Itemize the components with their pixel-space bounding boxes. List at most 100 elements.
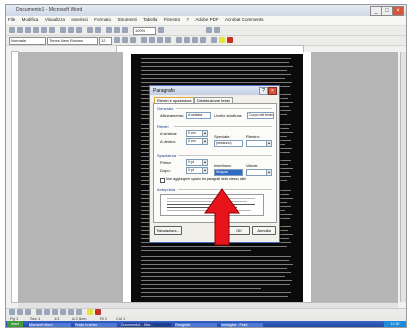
text-line	[141, 82, 292, 83]
text-line	[141, 62, 289, 63]
menu-view[interactable]: Visualizza	[45, 17, 65, 22]
paste-icon[interactable]	[76, 27, 82, 33]
bold-icon[interactable]	[114, 37, 120, 43]
separator	[174, 126, 272, 127]
indent-by-field[interactable]	[246, 140, 267, 147]
new-doc-icon[interactable]	[9, 27, 15, 33]
line-spacing-select[interactable]: Singola	[214, 169, 243, 176]
taskbar-clock: 12.30	[384, 321, 406, 327]
indent-left-field[interactable]: 0 cm	[186, 130, 203, 137]
menu-file[interactable]: File	[8, 17, 15, 22]
spacing-after-spinner[interactable]: ▲	[202, 167, 208, 174]
separator	[178, 155, 272, 156]
taskbar-item[interactable]: Microsoft Word	[28, 322, 72, 327]
text-line	[141, 260, 289, 261]
menu-insert[interactable]: Inserisci	[71, 17, 88, 22]
increase-indent-icon[interactable]	[200, 37, 206, 43]
help-icon[interactable]: ?	[259, 87, 268, 95]
menu-format[interactable]: Formato	[94, 17, 111, 22]
menu-help[interactable]: ?	[186, 17, 189, 22]
general-group-label: Generale	[157, 106, 174, 111]
menu-acrobat-comments[interactable]: Acrobat Comments	[225, 17, 264, 22]
size-select[interactable]: 12	[99, 37, 112, 45]
red-arrow-annotation	[204, 188, 240, 246]
indent-by-spinner[interactable]: ▲	[266, 140, 272, 147]
menu-table[interactable]: Tabella	[143, 17, 157, 22]
taskbar-item[interactable]: Paragrafo	[174, 322, 218, 327]
dialog-title-bar[interactable]: Paragrafo ? ×	[150, 86, 279, 95]
zoom-select[interactable]: 100%	[133, 27, 156, 35]
save-icon[interactable]	[25, 27, 31, 33]
taskbar-item-active[interactable]: Documento1 - Micr...	[120, 322, 172, 327]
spacing-before-spinner[interactable]: ▲	[202, 159, 208, 166]
line-spacing-at-spinner[interactable]: ▲	[266, 169, 272, 176]
special-indent-select[interactable]: (nessuno)	[214, 140, 243, 147]
dialog-close-icon[interactable]: ×	[268, 87, 277, 95]
cut-icon[interactable]	[60, 27, 66, 33]
close-button[interactable]: ×	[392, 6, 404, 16]
underline-icon[interactable]	[130, 37, 136, 43]
indent-group-label: Rientri	[157, 124, 169, 129]
align-left-icon[interactable]	[141, 37, 147, 43]
spacing-after-field[interactable]: 0 pt	[186, 167, 203, 174]
pdf-email-icon[interactable]	[214, 27, 220, 33]
text-line	[141, 268, 287, 269]
spellcheck-icon[interactable]	[49, 27, 55, 33]
taskbar-item[interactable]: Posta in arrivo	[74, 322, 118, 327]
title-bar: Documento1 - Microsoft Word _ □ ×	[6, 5, 406, 16]
indent-left-spinner[interactable]: ▲	[202, 130, 208, 137]
italic-icon[interactable]	[122, 37, 128, 43]
align-center-icon[interactable]	[149, 37, 155, 43]
print-icon[interactable]	[33, 27, 39, 33]
no-space-checkbox[interactable]	[160, 178, 165, 183]
text-line	[141, 74, 291, 75]
undo-icon[interactable]	[87, 27, 93, 33]
cancel-button[interactable]: Annulla	[252, 226, 276, 235]
tabs-button[interactable]: Tabulazioni...	[154, 226, 182, 235]
border-icon[interactable]	[211, 37, 217, 43]
redo-icon[interactable]	[95, 27, 101, 33]
align-right-icon[interactable]	[157, 37, 163, 43]
no-space-label: Non aggiungere spazio tra paragrafi dell…	[166, 177, 246, 181]
indent-left-label: A sinistra:	[160, 131, 178, 136]
dialog-title: Paragrafo	[153, 88, 175, 94]
preview-icon[interactable]	[41, 27, 47, 33]
copy-icon[interactable]	[68, 27, 74, 33]
menu-adobe-pdf[interactable]: Adobe PDF	[195, 17, 218, 22]
spacing-after-label: Dopo:	[160, 168, 171, 173]
text-line	[141, 288, 261, 289]
menu-edit[interactable]: Modifica	[22, 17, 39, 22]
open-icon[interactable]	[17, 27, 23, 33]
menu-window[interactable]: Finestra	[164, 17, 180, 22]
spacing-before-field[interactable]: 0 pt	[186, 159, 203, 166]
font-color-icon[interactable]	[227, 37, 233, 43]
indent-right-spinner[interactable]: ▲	[202, 138, 208, 145]
highlight-icon[interactable]	[219, 37, 225, 43]
decrease-indent-icon[interactable]	[192, 37, 198, 43]
taskbar-item[interactable]: Immagine - Paint	[220, 322, 264, 327]
bullets-icon[interactable]	[184, 37, 190, 43]
numbering-icon[interactable]	[176, 37, 182, 43]
outline-level-select[interactable]: Corpo del testo	[247, 112, 274, 119]
table-icon[interactable]	[106, 27, 112, 33]
window-title: Documento1 - Microsoft Word	[16, 7, 83, 13]
help-icon[interactable]	[158, 27, 164, 33]
indent-right-field[interactable]: 0 cm	[186, 138, 203, 145]
indent-right-label: A destra:	[160, 139, 176, 144]
font-select[interactable]: Times New Roman	[47, 37, 98, 45]
pdf-icon[interactable]	[206, 27, 212, 33]
columns-icon[interactable]	[114, 27, 120, 33]
vertical-scrollbar[interactable]	[400, 52, 406, 302]
start-button[interactable]: start	[7, 321, 23, 327]
menu-tools[interactable]: Strumenti	[117, 17, 136, 22]
text-line	[141, 250, 251, 251]
line-spacing-label: Interlinea:	[214, 163, 232, 168]
text-line	[141, 276, 285, 277]
line-spacing-at-field[interactable]	[246, 169, 267, 176]
justify-icon[interactable]	[165, 37, 171, 43]
style-select[interactable]: Normale	[9, 37, 46, 45]
alignment-select[interactable]: A sinistra	[186, 112, 211, 119]
text-line	[141, 246, 287, 247]
drawing-icon[interactable]	[122, 27, 128, 33]
text-line	[141, 264, 293, 265]
